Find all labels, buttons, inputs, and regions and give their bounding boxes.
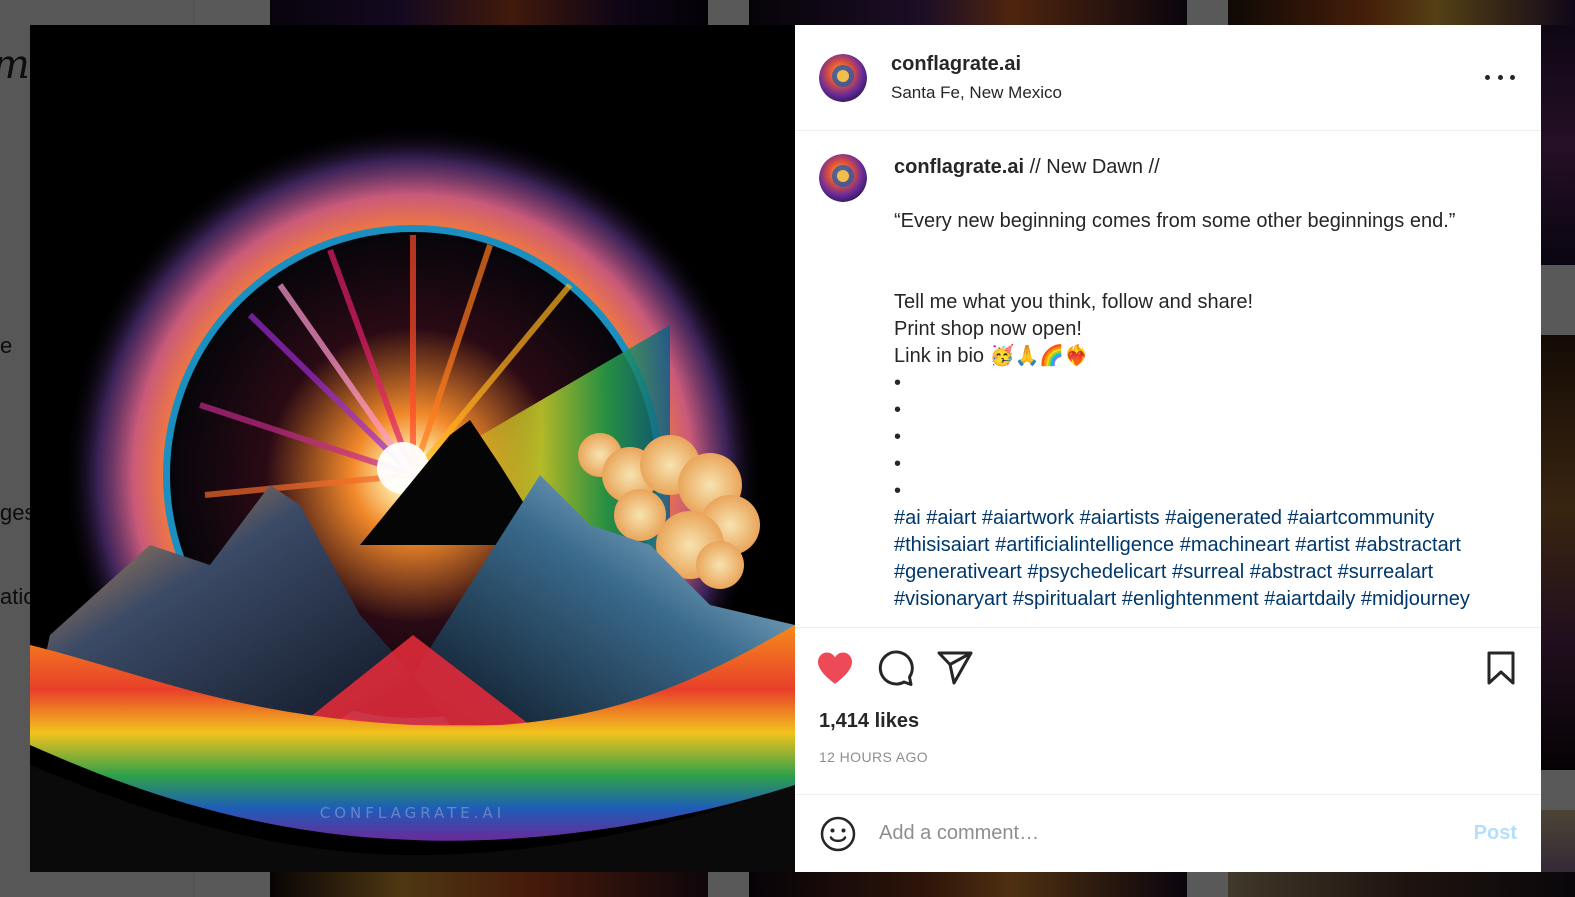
caption-text: conflagrate.ai // New Dawn // “Every new… [894, 154, 1514, 627]
caption-bullet: • [894, 399, 902, 421]
more-options-icon [1485, 74, 1490, 80]
post-location[interactable]: Santa Fe, New Mexico [891, 83, 1062, 103]
heart-icon [818, 652, 852, 684]
caption-line: Print shop now open! [894, 318, 1082, 340]
add-comment-bar: Post [795, 794, 1541, 872]
action-bar [818, 646, 1517, 690]
avatar-image [819, 154, 867, 202]
more-options-button[interactable] [1485, 65, 1515, 89]
caption-bullet: • [894, 453, 902, 475]
hashtag-line[interactable]: #generativeart #psychedelicart #surreal … [894, 559, 1514, 586]
hashtag-line[interactable]: #visionaryart #spiritualart #enlightenme… [894, 586, 1514, 613]
post-image: CONFLAGRATE.AI [30, 25, 795, 872]
hashtag-line[interactable]: #thisisaiart #artificialintelligence #ma… [894, 532, 1514, 559]
caption-line: Link in bio 🥳🙏🌈❤️‍🔥 [894, 345, 1090, 367]
post-header: conflagrate.ai Santa Fe, New Mexico [795, 25, 1541, 131]
new-dawn-artwork [30, 25, 795, 872]
caption-avatar[interactable] [819, 154, 867, 202]
comment-button[interactable] [875, 646, 915, 690]
bookmark-icon [1487, 651, 1515, 685]
caption-quote: “Every new beginning comes from some oth… [894, 210, 1456, 232]
like-count[interactable]: 1,414 likes [819, 710, 919, 733]
share-button[interactable] [935, 646, 975, 690]
artwork-watermark: CONFLAGRATE.AI [319, 804, 506, 822]
save-button[interactable] [1481, 646, 1521, 690]
post-author-username[interactable]: conflagrate.ai [891, 53, 1062, 76]
caption-bullet: • [894, 372, 902, 394]
avatar[interactable] [819, 53, 867, 102]
caption-line: Tell me what you think, follow and share… [894, 291, 1254, 313]
comment-input[interactable] [879, 822, 1474, 845]
post-details-panel: conflagrate.ai Santa Fe, New Mexico conf… [795, 25, 1541, 872]
caption-hashtags: #ai #aiart #aiartwork #aiartists #aigene… [894, 505, 1514, 613]
post-actions: 1,414 likes 12 HOURS AGO [795, 627, 1541, 794]
caption-username[interactable]: conflagrate.ai [894, 156, 1024, 178]
avatar-image [819, 53, 867, 102]
caption-bullet: • [894, 480, 902, 502]
share-icon [937, 651, 973, 685]
like-button[interactable] [815, 646, 855, 690]
post-comment-button[interactable]: Post [1474, 822, 1517, 845]
post-timestamp[interactable]: 12 HOURS AGO [819, 749, 928, 765]
hashtag-line[interactable]: #ai #aiart #aiartwork #aiartists #aigene… [894, 505, 1514, 532]
comment-icon [878, 650, 914, 686]
post-modal: CONFLAGRATE.AI conflagrate.ai Santa Fe, … [30, 25, 1541, 872]
caption-title: // New Dawn // [1024, 156, 1160, 178]
caption-bullet: • [894, 426, 902, 448]
emoji-icon [820, 816, 856, 851]
emoji-picker-button[interactable] [819, 815, 857, 853]
caption-section: conflagrate.ai // New Dawn // “Every new… [795, 131, 1541, 627]
